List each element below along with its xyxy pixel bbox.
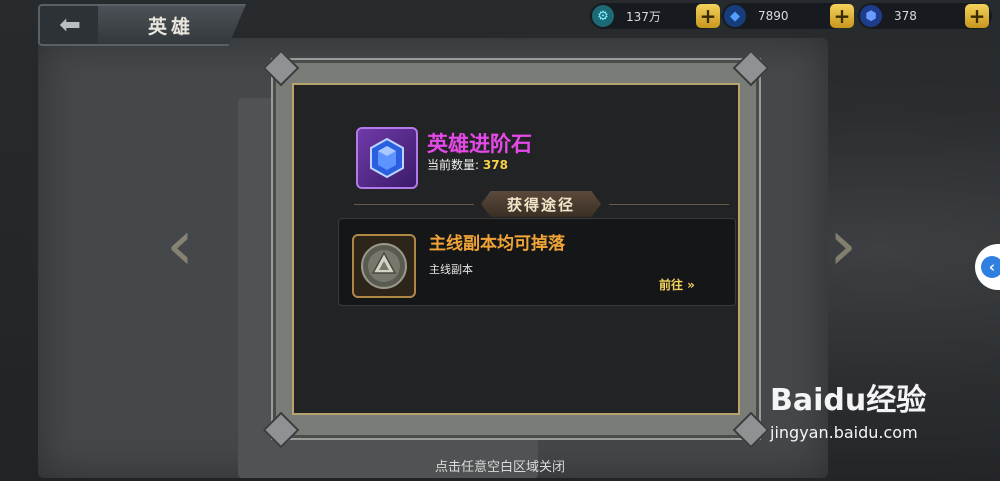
add-gems-button[interactable]: + [965, 4, 989, 28]
source-row[interactable]: 主线副本均可掉落 主线副本 前往 » [338, 218, 736, 306]
back-button[interactable]: ⬅ [38, 4, 102, 46]
page-title: 英雄 [98, 4, 246, 46]
item-count-label: 当前数量: [427, 158, 480, 172]
divider [354, 204, 474, 205]
item-name: 英雄进阶石 [427, 132, 532, 156]
sapphire-icon: ⬢ [860, 5, 882, 27]
top-bar: ⬅ 英雄 ⚙ 137万 + ◆ 7890 + ⬢ 378 + [0, 0, 1000, 46]
item-count-value: 378 [482, 158, 508, 172]
source-subtitle: 主线副本 [429, 263, 473, 276]
resource-crystals: ◆ 7890 [722, 3, 846, 29]
source-title: 主线副本均可掉落 [429, 234, 565, 254]
prev-hero-arrow-icon[interactable]: ‹ [165, 205, 195, 285]
blue-gem-icon [370, 137, 404, 179]
back-arrow-icon: ⬅ [59, 10, 81, 40]
divider [609, 204, 729, 205]
dialog-body: 英雄进阶石 当前数量: 378 获得途径 主线副本均可掉落 主线副本 前往 » [292, 83, 740, 415]
add-coins-button[interactable]: + [696, 4, 720, 28]
triangle-emblem-icon [361, 243, 407, 289]
source-icon-frame [352, 234, 416, 298]
add-crystals-button[interactable]: + [830, 4, 854, 28]
chevron-left-icon: ‹ [981, 256, 1000, 278]
gear-coin-icon: ⚙ [592, 5, 614, 27]
item-count: 当前数量: 378 [427, 156, 508, 173]
next-hero-arrow-icon[interactable]: › [828, 205, 858, 285]
watermark-main: Baidu经验 [770, 383, 927, 418]
blue-crystal-icon: ◆ [724, 5, 746, 27]
item-source-dialog: 英雄进阶石 当前数量: 378 获得途径 主线副本均可掉落 主线副本 前往 » [262, 49, 770, 449]
go-button[interactable]: 前往 » [659, 276, 695, 293]
watermark: Baidu经验 jingyan.baidu.com [770, 375, 926, 442]
close-hint: 点击任意空白区域关闭 [434, 460, 565, 475]
item-icon-frame [356, 127, 418, 189]
watermark-sub: jingyan.baidu.com [770, 423, 918, 442]
section-title: 获得途径 [481, 191, 601, 217]
